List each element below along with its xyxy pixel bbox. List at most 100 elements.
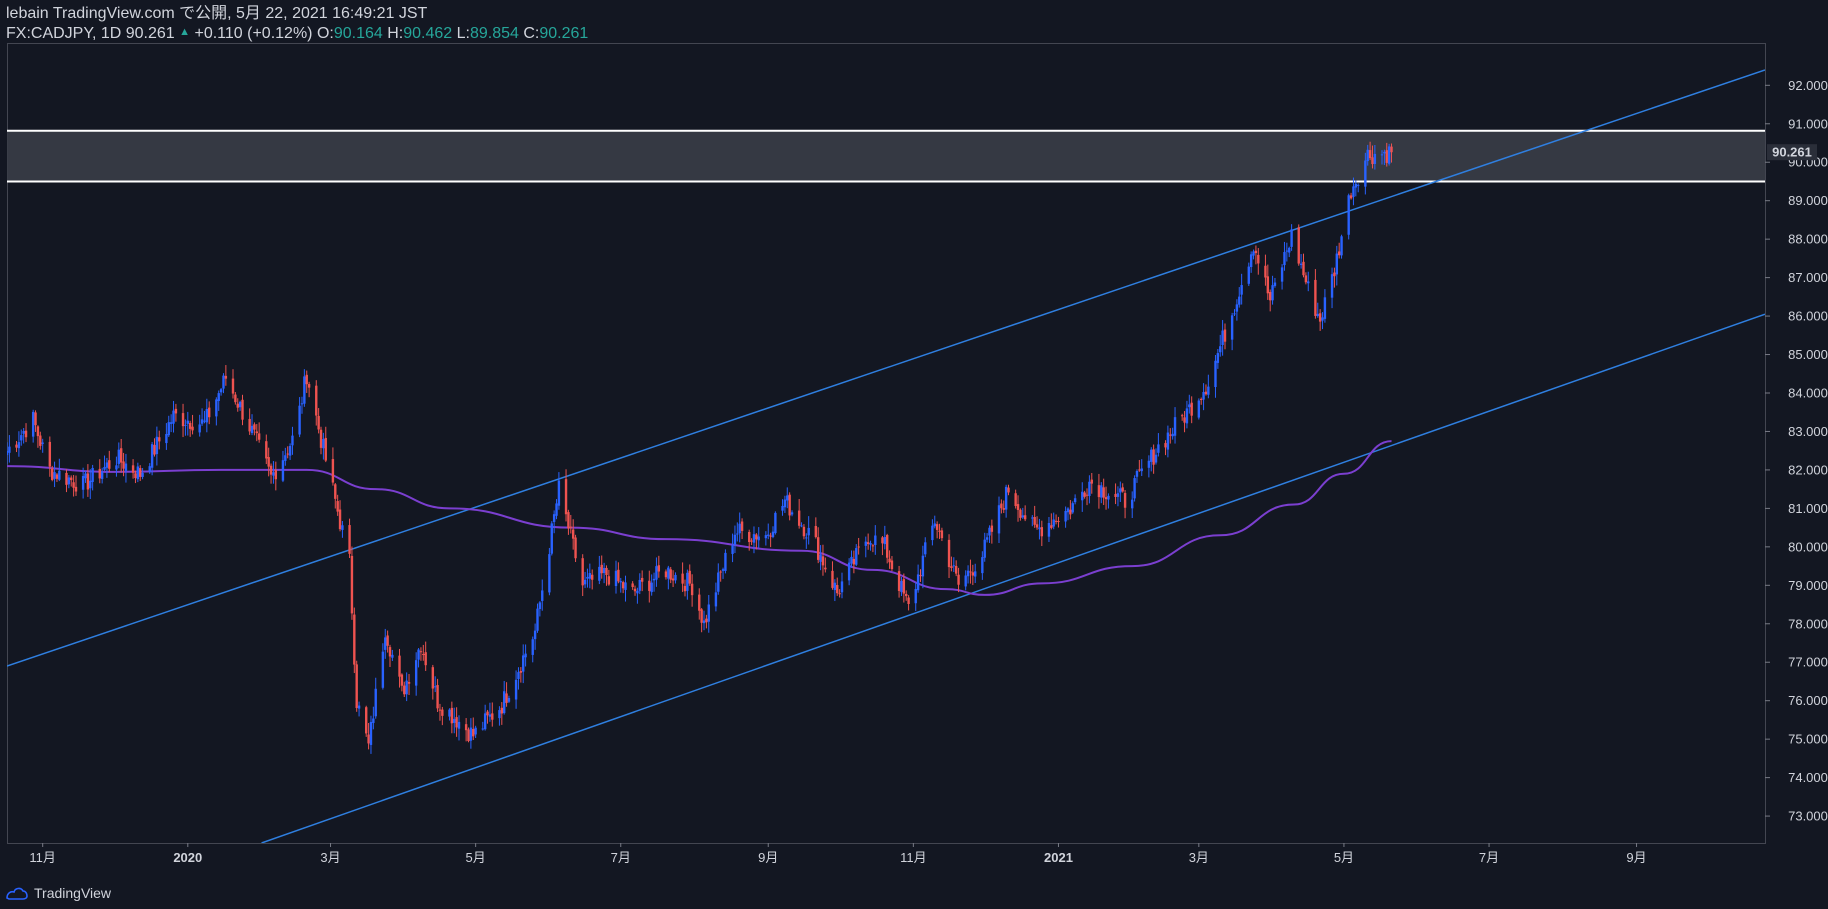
candle-body [1047, 523, 1051, 537]
candle-body [755, 534, 758, 540]
candle-body [303, 376, 306, 404]
candle-body [586, 576, 589, 579]
candle-body [453, 718, 456, 723]
candle-body [307, 384, 311, 388]
candle-body [1233, 313, 1236, 315]
candle-body [1235, 304, 1239, 312]
candle-body [1223, 329, 1227, 342]
candle-body [888, 558, 891, 563]
candle-body [931, 525, 934, 541]
candle-body [786, 495, 789, 501]
y-tick-label: 79.000 [1788, 578, 1828, 593]
candle-body [1081, 491, 1084, 501]
candle-body [491, 713, 494, 720]
candle-body [215, 399, 218, 417]
candle-body [324, 437, 327, 461]
y-tick-label: 75.000 [1788, 732, 1828, 747]
candle-body [353, 614, 356, 665]
candle-body [1166, 432, 1170, 450]
y-tick-label: 85.000 [1788, 347, 1828, 362]
candle-body [236, 403, 239, 408]
candle-body [557, 480, 561, 506]
candle-body [350, 555, 354, 614]
candle-body [805, 537, 808, 539]
candle-body [947, 539, 951, 568]
candle-body [1280, 267, 1284, 282]
candle-body [181, 413, 185, 427]
candle-body [400, 674, 404, 686]
candle-body [619, 581, 622, 583]
candle-body [367, 734, 370, 744]
candle-body [1171, 433, 1174, 437]
candle-body [847, 562, 851, 581]
candle-body [1069, 509, 1072, 515]
candle-body [890, 560, 894, 570]
candle-body [548, 554, 551, 593]
candle-body [1031, 517, 1034, 519]
candle-body [1088, 481, 1091, 497]
candle-body [1330, 274, 1334, 298]
candle-body [657, 565, 661, 572]
candle-body [67, 477, 71, 485]
candle-body [1271, 285, 1274, 301]
candle-body [1023, 515, 1027, 520]
candle-body [1152, 449, 1155, 465]
candle-body [964, 575, 967, 587]
candle-body [821, 556, 825, 566]
candle-body [1116, 493, 1120, 497]
candle-body [552, 514, 556, 522]
candle-body [1383, 151, 1386, 154]
candle-body [950, 566, 953, 569]
candle-body [455, 717, 458, 728]
candle-body [1052, 519, 1055, 527]
candle-body [1140, 468, 1143, 472]
candle-body [1007, 487, 1010, 493]
candle-body [474, 727, 477, 735]
candle-body [1347, 195, 1350, 235]
y-tick-label: 81.000 [1788, 501, 1828, 516]
candle-body [448, 709, 451, 717]
candle-body [1323, 297, 1327, 319]
candle-body [952, 565, 955, 567]
candle-body [7, 450, 9, 456]
candle-body [957, 574, 960, 585]
candle-body [574, 537, 577, 559]
price-chart[interactable]: 92.00091.00090.00089.00088.00087.00086.0… [0, 0, 1828, 909]
tradingview-footer[interactable]: TradingView [6, 885, 111, 901]
candle-body [22, 430, 25, 434]
candle-body [148, 466, 151, 472]
candle-body [940, 530, 944, 539]
candle-body [488, 714, 492, 717]
candle-body [919, 575, 922, 577]
candle-body [231, 378, 235, 394]
candle-body [550, 523, 553, 554]
candle-body [184, 424, 187, 426]
candle-body [881, 537, 884, 544]
candle-body [341, 525, 344, 530]
candle-body [419, 651, 423, 653]
candle-body [441, 709, 444, 716]
candle-body [1083, 492, 1086, 497]
candle-body [740, 521, 744, 531]
candle-body [334, 484, 337, 499]
candle-body [322, 439, 325, 449]
candle-body [866, 542, 870, 545]
candle-body [81, 476, 85, 490]
candle-body [438, 709, 442, 711]
candle-body [24, 430, 28, 438]
candle-body [281, 460, 285, 481]
candle-body [1014, 493, 1017, 507]
candle-body [355, 664, 358, 709]
candle-body [838, 593, 841, 595]
candle-body [1202, 391, 1205, 400]
candle-body [1304, 275, 1308, 283]
candle-body [1371, 157, 1374, 165]
candle-body [824, 567, 827, 570]
x-tick-label: 11月 [29, 850, 56, 865]
candle-body [286, 453, 289, 455]
candle-body [916, 574, 920, 591]
candle-body [1133, 478, 1136, 499]
candle-body [681, 573, 684, 584]
candle-body [569, 526, 572, 528]
candle-body [1216, 353, 1220, 363]
